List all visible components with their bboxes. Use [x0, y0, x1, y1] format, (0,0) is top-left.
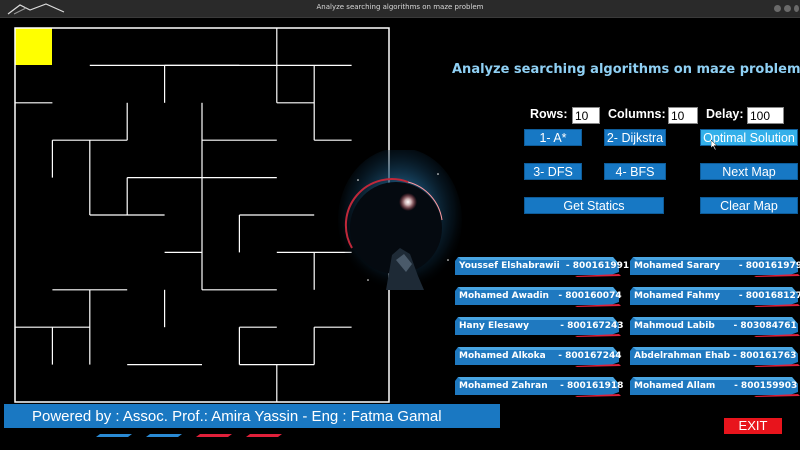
maze-start-cell	[15, 28, 52, 65]
maze-grid[interactable]	[14, 27, 390, 403]
get-statics-button[interactable]: Get Statics	[524, 197, 664, 214]
team-member-label: Abdelrahman Ehab - 800161763	[634, 351, 797, 361]
team-member-tag: Youssef Elshabrawii - 800161991	[455, 256, 629, 277]
team-member-label: Mohamed Awadin - 800160074	[459, 291, 622, 301]
delay-label: Delay:	[706, 107, 744, 121]
maximize-icon[interactable]	[784, 5, 791, 12]
columns-input[interactable]	[668, 107, 698, 124]
rows-input[interactable]	[572, 107, 600, 124]
window-titlebar: Analyze searching algorithms on maze pro…	[0, 0, 800, 18]
team-member-label: Hany Elesawy - 800167243	[459, 321, 624, 331]
delay-input[interactable]	[747, 107, 784, 124]
team-member-tag: Hany Elesawy - 800167243	[455, 316, 624, 337]
minimize-icon[interactable]	[774, 5, 781, 12]
dijkstra-button[interactable]: 2- Dijkstra	[604, 129, 666, 146]
team-member-label: Mohamed Zahran - 800161918	[459, 381, 624, 391]
team-member-label: Mohamed Alkoka - 800167244	[459, 351, 622, 361]
clear-map-button[interactable]: Clear Map	[700, 197, 798, 214]
window-title: Analyze searching algorithms on maze pro…	[316, 3, 484, 11]
space-scene-image	[338, 150, 462, 292]
team-member-tag: Mohamed Allam - 800159903	[630, 376, 800, 397]
maze-walls	[15, 28, 352, 402]
team-member-tag: Mahmoud Labib - 803084761	[630, 316, 800, 337]
team-member-label: Youssef Elshabrawii - 800161991	[459, 261, 630, 271]
bfs-button[interactable]: 4- BFS	[604, 163, 666, 180]
team-member-tag: Mohamed Zahran - 800161918	[455, 376, 623, 397]
pointer-arrow-icon	[711, 140, 718, 150]
team-member-label: Mahmoud Labib - 803084761	[634, 321, 797, 331]
footer-credits: Powered by : Assoc. Prof.: Amira Yassin …	[32, 408, 442, 425]
columns-label: Columns:	[608, 107, 666, 121]
next-map-button[interactable]: Next Map	[700, 163, 798, 180]
team-member-tag: Abdelrahman Ehab - 800161763	[630, 346, 800, 367]
team-member-tag: Mohamed Sarary - 800161979	[630, 256, 800, 277]
dfs-button[interactable]: 3- DFS	[524, 163, 582, 180]
exit-button[interactable]: EXIT	[724, 418, 782, 434]
astar-button[interactable]: 1- A*	[524, 129, 582, 146]
maze-canvas[interactable]	[14, 27, 390, 403]
app-heading: Analyze searching algorithms on maze pro…	[452, 62, 800, 77]
close-icon[interactable]	[794, 5, 799, 12]
team-member-tag: Mohamed Fahmy - 800168127	[630, 286, 800, 307]
team-member-tag: Mohamed Awadin - 800160074	[455, 286, 623, 307]
team-member-tag: Mohamed Alkoka - 800167244	[455, 346, 623, 367]
rows-label: Rows:	[530, 107, 568, 121]
team-member-label: Mohamed Allam - 800159903	[634, 381, 798, 391]
team-member-label: Mohamed Fahmy - 800168127	[634, 291, 800, 301]
team-member-label: Mohamed Sarary - 800161979	[634, 261, 800, 271]
